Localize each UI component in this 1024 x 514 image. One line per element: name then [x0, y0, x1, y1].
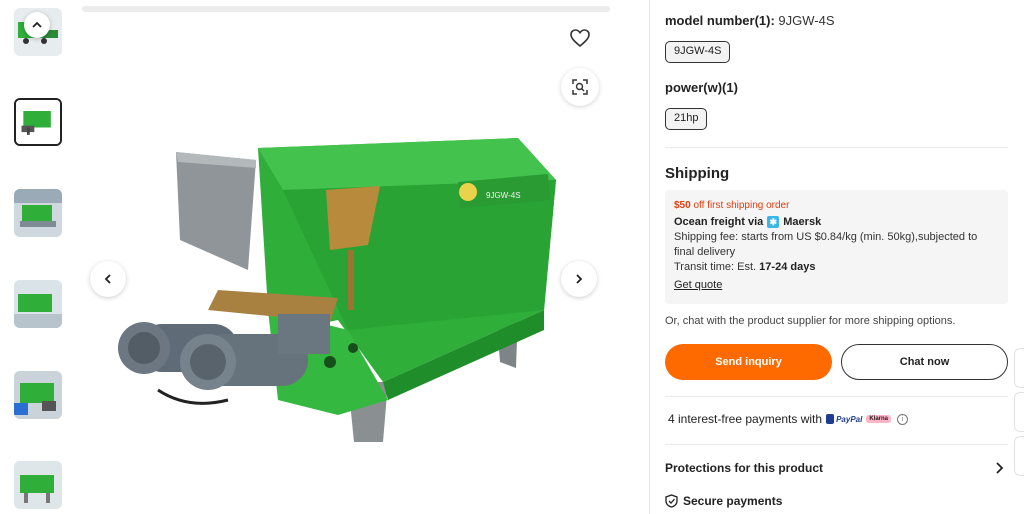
chevron-right-icon[interactable] [993, 461, 1005, 475]
maersk-star-icon: ✱ [767, 216, 780, 228]
payments-text: 4 interest-free payments with [668, 412, 823, 426]
promo-amount: $50 [674, 200, 691, 211]
thumbnail-5[interactable] [14, 371, 62, 419]
scan-icon [572, 79, 588, 95]
transit-prefix: Transit time: Est. [674, 261, 757, 273]
paypal-label: PayPal [836, 414, 863, 424]
heart-icon [570, 29, 590, 48]
thumbnail-3[interactable] [14, 189, 62, 237]
freight-line: Ocean freight via ✱ Maersk [674, 215, 999, 229]
product-info-panel: model number(1): 9JGW-4S 9JGW-4S power(w… [665, 0, 1008, 514]
paypal-logo: PayPal [826, 414, 862, 424]
gallery-divider [82, 6, 610, 12]
shipping-box: $50 off first shipping order Ocean freig… [665, 190, 1008, 304]
promo-text: off first shipping order [693, 200, 790, 211]
send-inquiry-button[interactable]: Send inquiry [665, 344, 832, 380]
shipping-chat-hint: Or, chat with the product supplier for m… [665, 315, 956, 327]
product-page: 9JGW-4S model number(1): 9JGW-4S 9JGW-4S… [0, 0, 1024, 514]
thumbnail-4[interactable] [14, 280, 62, 328]
klarna-badge: Klarna [866, 415, 892, 423]
thumbnail-scroll-up-button[interactable] [24, 12, 50, 38]
shipping-title: Shipping [665, 165, 730, 182]
panel-divider [649, 0, 650, 514]
model-number-heading: model number(1): 9JGW-4S [665, 13, 835, 28]
power-heading: power(w)(1) [665, 80, 738, 95]
transit-days: 17-24 days [759, 261, 816, 273]
shipping-fee: Shipping fee: starts from US $0.84/kg (m… [674, 231, 978, 258]
section-divider [665, 396, 1008, 397]
secure-payments: Secure payments [665, 494, 782, 508]
model-number-value: 9JGW-4S [778, 13, 835, 28]
product-main-image[interactable]: 9JGW-4S [98, 100, 578, 460]
machine-label-text: 9JGW-4S [486, 191, 521, 200]
protections-title[interactable]: Protections for this product [665, 461, 823, 475]
power-option-chip[interactable]: 21hp [665, 108, 708, 130]
secure-payments-label: Secure payments [683, 494, 783, 508]
model-option-chip[interactable]: 9JGW-4S [665, 41, 731, 63]
floating-side-tabs [1014, 348, 1024, 478]
side-tab[interactable] [1014, 392, 1024, 432]
chevron-up-icon [32, 21, 42, 28]
carrier-name: Maersk [783, 216, 822, 228]
thumbnail-2[interactable] [14, 98, 62, 146]
chevron-right-icon [576, 274, 583, 284]
previous-image-button[interactable] [90, 261, 126, 297]
product-gallery: 9JGW-4S [78, 0, 610, 514]
chevron-left-icon [104, 274, 111, 284]
chat-now-button[interactable]: Chat now [841, 344, 1008, 380]
section-divider [665, 444, 1008, 445]
installment-payments: 4 interest-free payments with PayPal Kla… [668, 412, 909, 426]
thumbnail-strip [0, 0, 78, 514]
info-icon[interactable]: i [897, 413, 909, 425]
thumbnail-6[interactable] [14, 461, 62, 509]
model-number-label: model number(1): [665, 13, 775, 28]
side-tab[interactable] [1014, 436, 1024, 476]
image-search-button[interactable] [561, 68, 599, 106]
shipping-promo: $50 off first shipping order [674, 199, 999, 212]
paypal-icon [826, 414, 835, 424]
get-quote-link[interactable]: Get quote [674, 279, 722, 291]
side-tab[interactable] [1014, 348, 1024, 388]
transit-time: Transit time: Est. 17-24 days [674, 260, 999, 275]
next-image-button[interactable] [561, 261, 597, 297]
favorite-button[interactable] [566, 24, 594, 52]
freight-prefix: Ocean freight via [674, 216, 764, 228]
section-divider [665, 147, 1008, 148]
shield-check-icon [665, 494, 678, 508]
